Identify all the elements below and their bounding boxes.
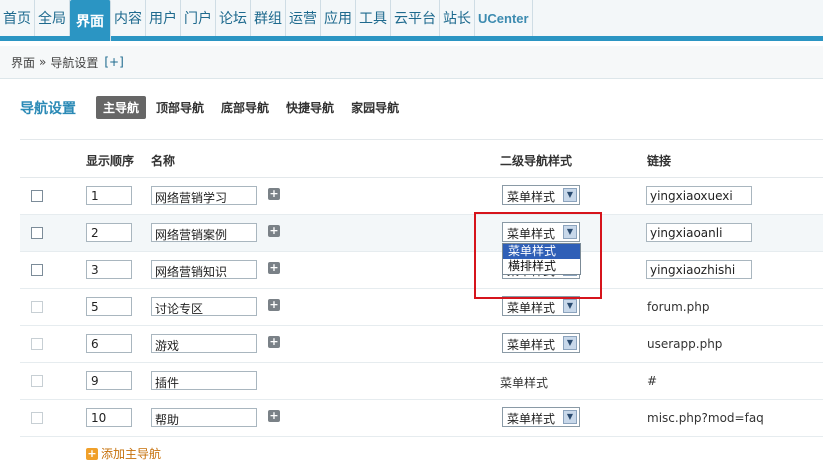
table-row: 3 网络营销知识 + 菜单样式▼ yingxiaozhishi xyxy=(20,252,823,289)
name-input[interactable]: 网络营销知识 xyxy=(151,260,257,279)
dropdown-option-horizontal[interactable]: 横排样式 xyxy=(503,259,580,274)
breadcrumb-parent[interactable]: 界面 xyxy=(11,54,35,71)
col-order: 显示顺序 xyxy=(86,154,135,168)
tab-quick-nav[interactable]: 快捷导航 xyxy=(279,96,341,119)
chevron-down-icon[interactable]: ▼ xyxy=(563,188,577,202)
chevron-down-icon[interactable]: ▼ xyxy=(563,336,577,350)
breadcrumb-add-link[interactable]: [+] xyxy=(104,55,123,69)
breadcrumb-separator: » xyxy=(39,55,47,69)
order-input[interactable]: 6 xyxy=(86,334,132,353)
nav-content[interactable]: 内容 xyxy=(111,0,146,36)
chevron-down-icon[interactable]: ▼ xyxy=(563,299,577,313)
style-dropdown-list: 菜单样式 横排样式 xyxy=(502,243,581,275)
col-name: 名称 xyxy=(151,154,176,168)
nav-webmaster[interactable]: 站长 xyxy=(440,0,475,36)
add-subnav-icon[interactable]: + xyxy=(268,336,280,348)
link-input[interactable]: yingxiaozhishi xyxy=(646,260,752,279)
delete-checkbox-disabled xyxy=(31,375,43,387)
style-select-value: 菜单样式 xyxy=(507,301,556,315)
add-subnav-icon[interactable]: + xyxy=(268,410,280,422)
col-link: 链接 xyxy=(647,154,672,168)
link-text: forum.php xyxy=(647,300,710,314)
name-input[interactable]: 网络营销案例 xyxy=(151,223,257,242)
link-text: # xyxy=(647,374,658,388)
dropdown-option-menu[interactable]: 菜单样式 xyxy=(503,244,580,259)
breadcrumb: 界面 » 导航设置 [+] xyxy=(0,46,823,79)
tab-home-nav[interactable]: 家园导航 xyxy=(344,96,406,119)
nav-apps[interactable]: 应用 xyxy=(321,0,356,36)
add-main-nav-link[interactable]: + 添加主导航 xyxy=(86,445,161,462)
tab-top-nav[interactable]: 顶部导航 xyxy=(149,96,211,119)
order-input[interactable]: 5 xyxy=(86,297,132,316)
nav-table: 显示顺序 名称 二级导航样式 链接 1 网络营销学习 + 菜单样式 ▼ yingx… xyxy=(20,139,823,437)
name-input[interactable]: 游戏 xyxy=(151,334,257,353)
table-header: 显示顺序 名称 二级导航样式 链接 xyxy=(20,139,823,178)
delete-checkbox[interactable] xyxy=(31,264,43,276)
nav-operations[interactable]: 运营 xyxy=(286,0,321,36)
delete-checkbox-disabled xyxy=(31,338,43,350)
style-select-value: 菜单样式 xyxy=(507,227,556,241)
style-select[interactable]: 菜单样式 ▼ xyxy=(502,296,580,316)
style-select[interactable]: 菜单样式 ▼ xyxy=(502,333,580,353)
link-text: userapp.php xyxy=(647,337,723,351)
order-input[interactable]: 9 xyxy=(86,371,132,390)
table-row: 6 游戏 + 菜单样式 ▼ userapp.php xyxy=(20,326,823,363)
style-select[interactable]: 菜单样式 ▼ xyxy=(502,222,580,242)
nav-tools[interactable]: 工具 xyxy=(356,0,391,36)
table-row: 1 网络营销学习 + 菜单样式 ▼ yingxiaoxuexi xyxy=(20,178,823,215)
nav-home[interactable]: 首页 xyxy=(0,0,35,36)
add-subnav-icon[interactable]: + xyxy=(268,188,280,200)
style-select-value: 菜单样式 xyxy=(507,190,556,204)
table-row: 10 帮助 + 菜单样式 ▼ misc.php?mod=faq xyxy=(20,400,823,437)
plus-icon: + xyxy=(86,446,98,460)
table-row: 9 插件 菜单样式 # xyxy=(20,363,823,400)
tab-main-nav[interactable]: 主导航 xyxy=(96,96,147,119)
style-select-value: 菜单样式 xyxy=(507,338,556,352)
add-main-nav-label: 添加主导航 xyxy=(101,447,162,461)
style-text: 菜单样式 xyxy=(500,376,549,390)
top-nav: 首页 全局 界面 内容 用户 门户 论坛 群组 运营 应用 工具 云平台 站长 … xyxy=(0,0,823,41)
order-input[interactable]: 1 xyxy=(86,186,132,205)
col-style: 二级导航样式 xyxy=(500,154,573,168)
breadcrumb-current: 导航设置 xyxy=(50,55,99,70)
order-input[interactable]: 3 xyxy=(86,260,132,279)
nav-portal[interactable]: 门户 xyxy=(181,0,216,36)
name-input[interactable]: 帮助 xyxy=(151,408,257,427)
add-subnav-icon[interactable]: + xyxy=(268,225,280,237)
nav-cloud[interactable]: 云平台 xyxy=(391,0,440,36)
name-input[interactable]: 插件 xyxy=(151,371,257,390)
tab-footer-nav[interactable]: 底部导航 xyxy=(214,96,276,119)
name-input[interactable]: 网络营销学习 xyxy=(151,186,257,205)
name-input[interactable]: 讨论专区 xyxy=(151,297,257,316)
nav-interface[interactable]: 界面 xyxy=(70,0,111,41)
nav-groups[interactable]: 群组 xyxy=(251,0,286,36)
delete-checkbox[interactable] xyxy=(31,227,43,239)
delete-checkbox-disabled xyxy=(31,412,43,424)
delete-checkbox-disabled xyxy=(31,301,43,313)
order-input[interactable]: 10 xyxy=(86,408,132,427)
chevron-down-icon[interactable]: ▼ xyxy=(563,410,577,424)
style-select[interactable]: 菜单样式 ▼ xyxy=(502,185,580,205)
page-header: 导航设置 主导航 顶部导航 底部导航 快捷导航 家园导航 xyxy=(20,96,409,119)
table-row: 2 网络营销案例 + 菜单样式 ▼ yingxiaoanli xyxy=(20,215,823,252)
nav-forum[interactable]: 论坛 xyxy=(216,0,251,36)
chevron-down-icon[interactable]: ▼ xyxy=(563,225,577,239)
table-row: 5 讨论专区 + 菜单样式 ▼ forum.php xyxy=(20,289,823,326)
link-text: misc.php?mod=faq xyxy=(647,411,764,425)
delete-checkbox[interactable] xyxy=(31,190,43,202)
nav-ucenter[interactable]: UCenter xyxy=(475,0,533,36)
order-input[interactable]: 2 xyxy=(86,223,132,242)
style-select-value: 菜单样式 xyxy=(507,412,556,426)
nav-global[interactable]: 全局 xyxy=(35,0,70,36)
style-select[interactable]: 菜单样式 ▼ xyxy=(502,407,580,427)
add-subnav-icon[interactable]: + xyxy=(268,299,280,311)
link-input[interactable]: yingxiaoanli xyxy=(646,223,752,242)
add-subnav-icon[interactable]: + xyxy=(268,262,280,274)
nav-users[interactable]: 用户 xyxy=(146,0,181,36)
page-title: 导航设置 xyxy=(20,100,76,117)
link-input[interactable]: yingxiaoxuexi xyxy=(646,186,752,205)
